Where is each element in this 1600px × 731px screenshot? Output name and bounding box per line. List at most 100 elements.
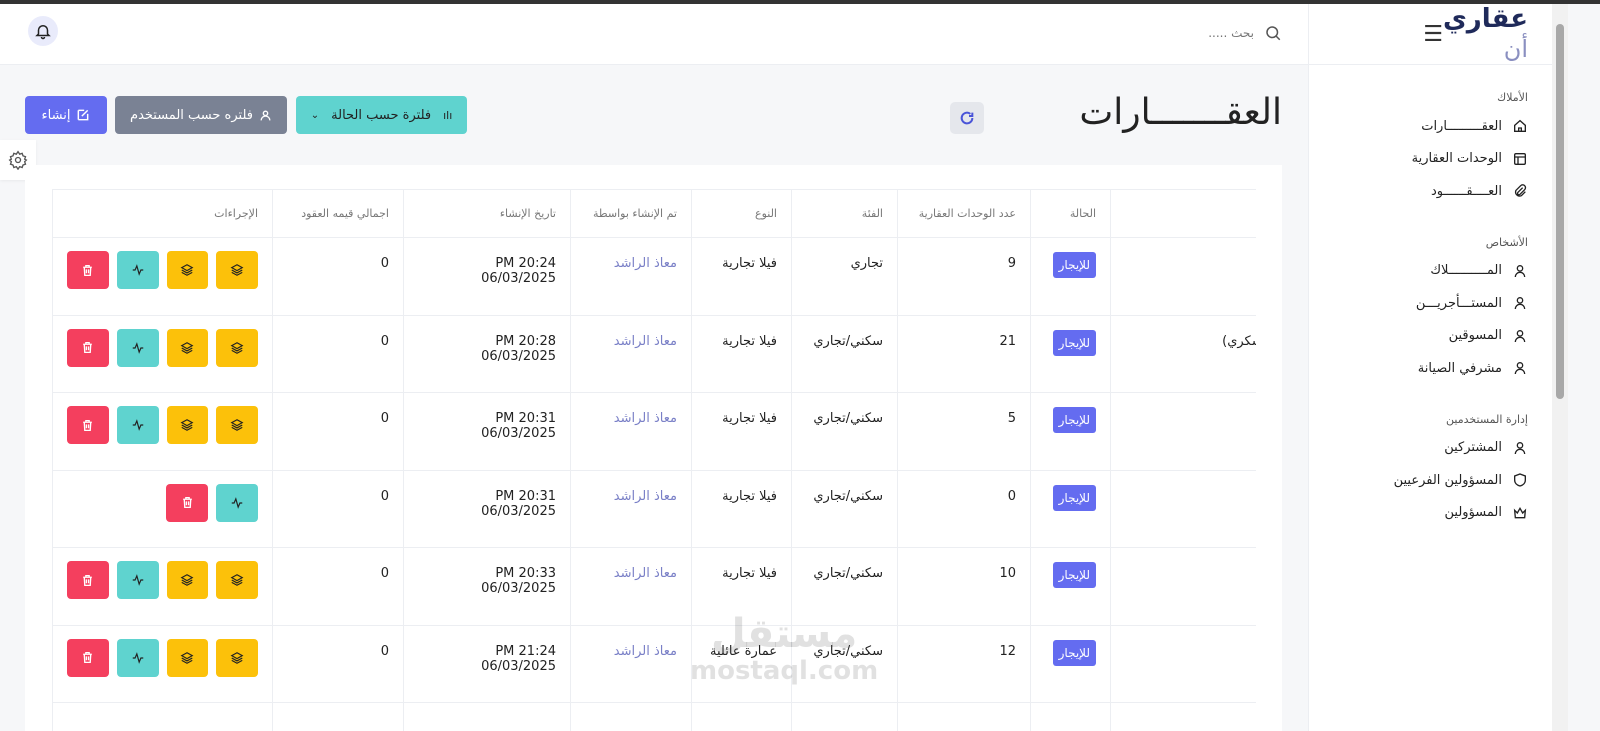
units-count: 5 bbox=[897, 392, 1031, 471]
page-title: العقـــــــارات bbox=[1079, 92, 1282, 133]
properties-table: الحالة عدد الوحدات العقارية الفئة النوع تم ا… bbox=[52, 189, 1256, 731]
sidebar-item-label: المــــــــــلاك bbox=[1430, 263, 1502, 279]
sidebar: عقاري أن ☰ الأملاك العقـــــــــارات الوحد… bbox=[1308, 4, 1552, 731]
units-count: 12 bbox=[897, 624, 1031, 703]
table-row: للإيجار 0 سكني/تجاري فيلا تجارية معاذ ال… bbox=[52, 469, 1256, 548]
created-by-link[interactable]: معاذ الراشد bbox=[614, 644, 677, 659]
units-button[interactable] bbox=[216, 638, 258, 677]
bar-chart-icon: ılı bbox=[443, 108, 453, 122]
property-name[interactable]: (المستشفي العسكري) bbox=[1110, 314, 1256, 393]
notifications-button[interactable] bbox=[28, 16, 58, 46]
created-at: PM 21:24 06/03/2025 bbox=[481, 643, 556, 674]
column-header: تم الإنشاء بواسطة bbox=[570, 189, 692, 238]
table-row-partial bbox=[52, 702, 1256, 731]
sidebar-item[interactable]: المــــــــــلاك bbox=[1309, 255, 1552, 288]
property-name[interactable]: (فلا الصفراء) bbox=[1110, 237, 1256, 316]
delete-button[interactable] bbox=[67, 638, 109, 677]
table-row: ه) للإيجار 5 سكني/تجاري فيلا تجارية معاذ… bbox=[52, 392, 1256, 471]
refresh-button[interactable] bbox=[950, 102, 984, 134]
status-badge: للإيجار bbox=[1052, 639, 1096, 666]
units-button[interactable] bbox=[216, 251, 258, 289]
app-logo[interactable]: عقاري أن bbox=[1443, 4, 1528, 64]
delete-button[interactable] bbox=[67, 561, 109, 599]
trash-icon bbox=[83, 419, 93, 431]
contracts-button[interactable] bbox=[166, 561, 209, 599]
type: فيلا تجارية bbox=[691, 392, 792, 471]
activity-icon bbox=[132, 651, 143, 664]
activity-button[interactable] bbox=[216, 483, 258, 522]
activity-button[interactable] bbox=[116, 251, 159, 289]
delete-button[interactable] bbox=[67, 251, 109, 289]
chevron-down-icon: ⌄ bbox=[310, 109, 320, 121]
column-header: الإجراءات bbox=[52, 189, 273, 238]
units-button[interactable] bbox=[216, 328, 258, 367]
filter-by-status-dropdown[interactable]: ılı فلترة حسب الحالة ⌄ bbox=[296, 96, 467, 134]
row-actions bbox=[67, 406, 258, 444]
row-actions bbox=[67, 561, 258, 599]
activity-button[interactable] bbox=[116, 328, 159, 367]
sidebar-item[interactable]: الوحدات العقارية bbox=[1309, 143, 1552, 176]
search-input[interactable] bbox=[1114, 26, 1254, 40]
property-name[interactable] bbox=[1110, 469, 1256, 548]
table-row: للإيجار 12 سكني/تجاري عمارة عائلية معاذ … bbox=[52, 624, 1256, 703]
units-count: 9 bbox=[897, 237, 1031, 316]
delete-button[interactable] bbox=[67, 328, 109, 367]
units-button[interactable] bbox=[216, 406, 258, 444]
created-by-link[interactable]: معاذ الراشد bbox=[614, 489, 677, 504]
delete-button[interactable] bbox=[67, 406, 109, 444]
scrollbar[interactable] bbox=[1552, 4, 1568, 731]
property-name[interactable] bbox=[1110, 547, 1256, 626]
create-button[interactable]: إنشاء bbox=[25, 96, 107, 134]
activity-button[interactable] bbox=[116, 406, 159, 444]
sidebar-item[interactable]: مشرفي الصيانة bbox=[1309, 352, 1552, 385]
column-header bbox=[1110, 189, 1256, 238]
activity-button[interactable] bbox=[116, 638, 159, 677]
column-header: الفئة bbox=[791, 189, 898, 238]
logo-text: عقاري bbox=[1442, 4, 1528, 34]
home-icon bbox=[1514, 120, 1526, 133]
row-actions bbox=[67, 638, 258, 677]
contracts-button[interactable] bbox=[166, 638, 209, 677]
contracts-button[interactable] bbox=[166, 251, 209, 289]
contracts-button[interactable] bbox=[166, 406, 209, 444]
sidebar-item[interactable]: المسؤولين bbox=[1309, 497, 1552, 530]
sidebar-item[interactable]: المشتركين bbox=[1309, 432, 1552, 465]
property-name[interactable] bbox=[1110, 624, 1256, 703]
sidebar-item[interactable]: المستـــأجريـــن bbox=[1309, 287, 1552, 320]
sidebar-section-title: الأشخاص bbox=[1485, 235, 1528, 249]
units-button[interactable] bbox=[216, 561, 258, 599]
table-row: (المستشفي العسكري) للإيجار 21 سكني/تجاري… bbox=[52, 314, 1256, 393]
contracts-total: 0 bbox=[272, 314, 404, 393]
property-name[interactable]: ه) bbox=[1110, 392, 1256, 471]
sidebar-item[interactable]: المسوقين bbox=[1309, 320, 1552, 353]
delete-button[interactable] bbox=[166, 483, 208, 522]
sidebar-item[interactable]: العقـــــــــارات bbox=[1309, 110, 1552, 143]
contracts-button[interactable] bbox=[166, 328, 209, 367]
activity-button[interactable] bbox=[116, 561, 159, 599]
sidebar-item-label: العقـــــــــارات bbox=[1421, 118, 1502, 134]
user-icon bbox=[1514, 264, 1526, 277]
category: سكني/تجاري bbox=[791, 469, 898, 548]
row-actions bbox=[67, 251, 258, 289]
create-label: إنشاء bbox=[41, 107, 71, 123]
row-actions bbox=[67, 483, 258, 522]
type: فيلا تجارية bbox=[691, 237, 792, 316]
table-scroll-area[interactable]: الحالة عدد الوحدات العقارية الفئة النوع تم ا… bbox=[52, 189, 1256, 731]
created-by-link[interactable]: معاذ الراشد bbox=[614, 411, 677, 426]
sidebar-item[interactable]: المسؤولين الفرعيين bbox=[1309, 464, 1552, 497]
created-by-link[interactable]: معاذ الراشد bbox=[614, 566, 677, 581]
filter-by-user-button[interactable]: فلتره حسب المستخدم bbox=[115, 96, 287, 134]
sidebar-item[interactable]: العــــقــــــود bbox=[1309, 175, 1552, 208]
sidebar-item-label: مشرفي الصيانة bbox=[1417, 360, 1502, 376]
sidebar-item-label: الوحدات العقارية bbox=[1411, 151, 1502, 167]
scrollbar-thumb[interactable] bbox=[1556, 24, 1564, 399]
created-by-link[interactable]: معاذ الراشد bbox=[614, 334, 677, 349]
crown-icon bbox=[1513, 506, 1527, 519]
table-row: للإيجار 10 سكني/تجاري فيلا تجارية معاذ ا… bbox=[52, 547, 1256, 626]
search-icon bbox=[1266, 26, 1281, 41]
menu-toggle-icon[interactable]: ☰ bbox=[1423, 22, 1443, 47]
created-by-link[interactable]: معاذ الراشد bbox=[614, 256, 677, 271]
units-count: 0 bbox=[897, 469, 1031, 548]
status-badge: للإيجار bbox=[1052, 252, 1096, 278]
sidebar-item-label: المشتركين bbox=[1444, 440, 1502, 456]
